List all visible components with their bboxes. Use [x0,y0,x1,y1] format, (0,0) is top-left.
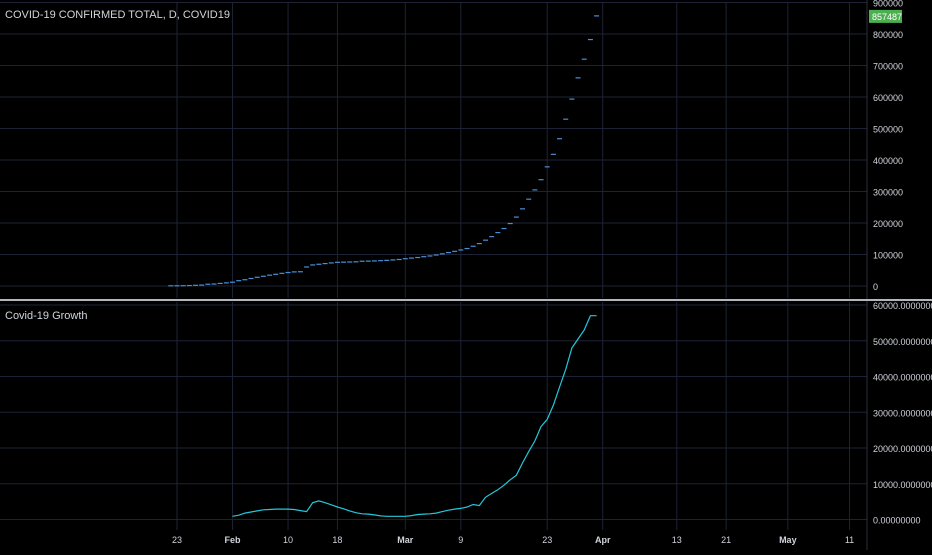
lower-pane-title[interactable]: Covid-19 Growth [5,310,88,322]
lower-y-tick-label: 0.00000000 [873,516,921,526]
upper-y-tick-label: 500000 [873,125,903,135]
x-tick-label: May [779,535,797,545]
x-tick-label: 23 [542,535,552,545]
last-value-label: 857487 [872,12,902,22]
upper-pane-title[interactable]: COVID-19 CONFIRMED TOTAL, D, COVID19 [5,9,230,21]
x-tick-label: 9 [458,535,463,545]
upper-y-tick-label: 700000 [873,62,903,72]
x-tick-label: Apr [595,535,611,545]
x-tick-label: Feb [225,535,242,545]
lower-y-tick-label: 20000.00000000 [873,444,932,454]
x-tick-label: 13 [672,535,682,545]
upper-y-tick-label: 0 [873,282,878,292]
chart-canvas[interactable]: 0 100000 200000 300000 400000 500000 600000 700… [0,0,932,550]
x-tick-label: 18 [332,535,342,545]
lower-y-tick-label: 10000.00000000 [873,480,932,490]
lower-y-tick-label: 40000.00000000 [873,373,932,383]
lower-y-tick-label: 30000.00000000 [873,408,932,418]
upper-y-tick-label: 300000 [873,188,903,198]
x-tick-label: Mar [397,535,414,545]
pane-divider [0,299,932,301]
upper-y-tick-label: 400000 [873,156,903,166]
chart-window: 0 100000 200000 300000 400000 500000 600000 700… [0,0,932,550]
upper-y-tick-label: 200000 [873,219,903,229]
x-tick-label: 10 [283,535,293,545]
upper-y-tick-label: 800000 [873,30,903,40]
x-tick-label: 11 [845,535,854,545]
upper-y-tick-label: 600000 [873,93,903,103]
upper-y-tick-label: 900000 [873,0,903,9]
x-tick-label: 23 [172,535,182,545]
upper-y-tick-label: 100000 [873,251,903,261]
lower-y-tick-label: 60000.00000000 [873,301,932,311]
x-tick-label: 21 [721,535,731,545]
chart-background [0,0,932,550]
lower-y-tick-label: 50000.00000000 [873,337,932,347]
